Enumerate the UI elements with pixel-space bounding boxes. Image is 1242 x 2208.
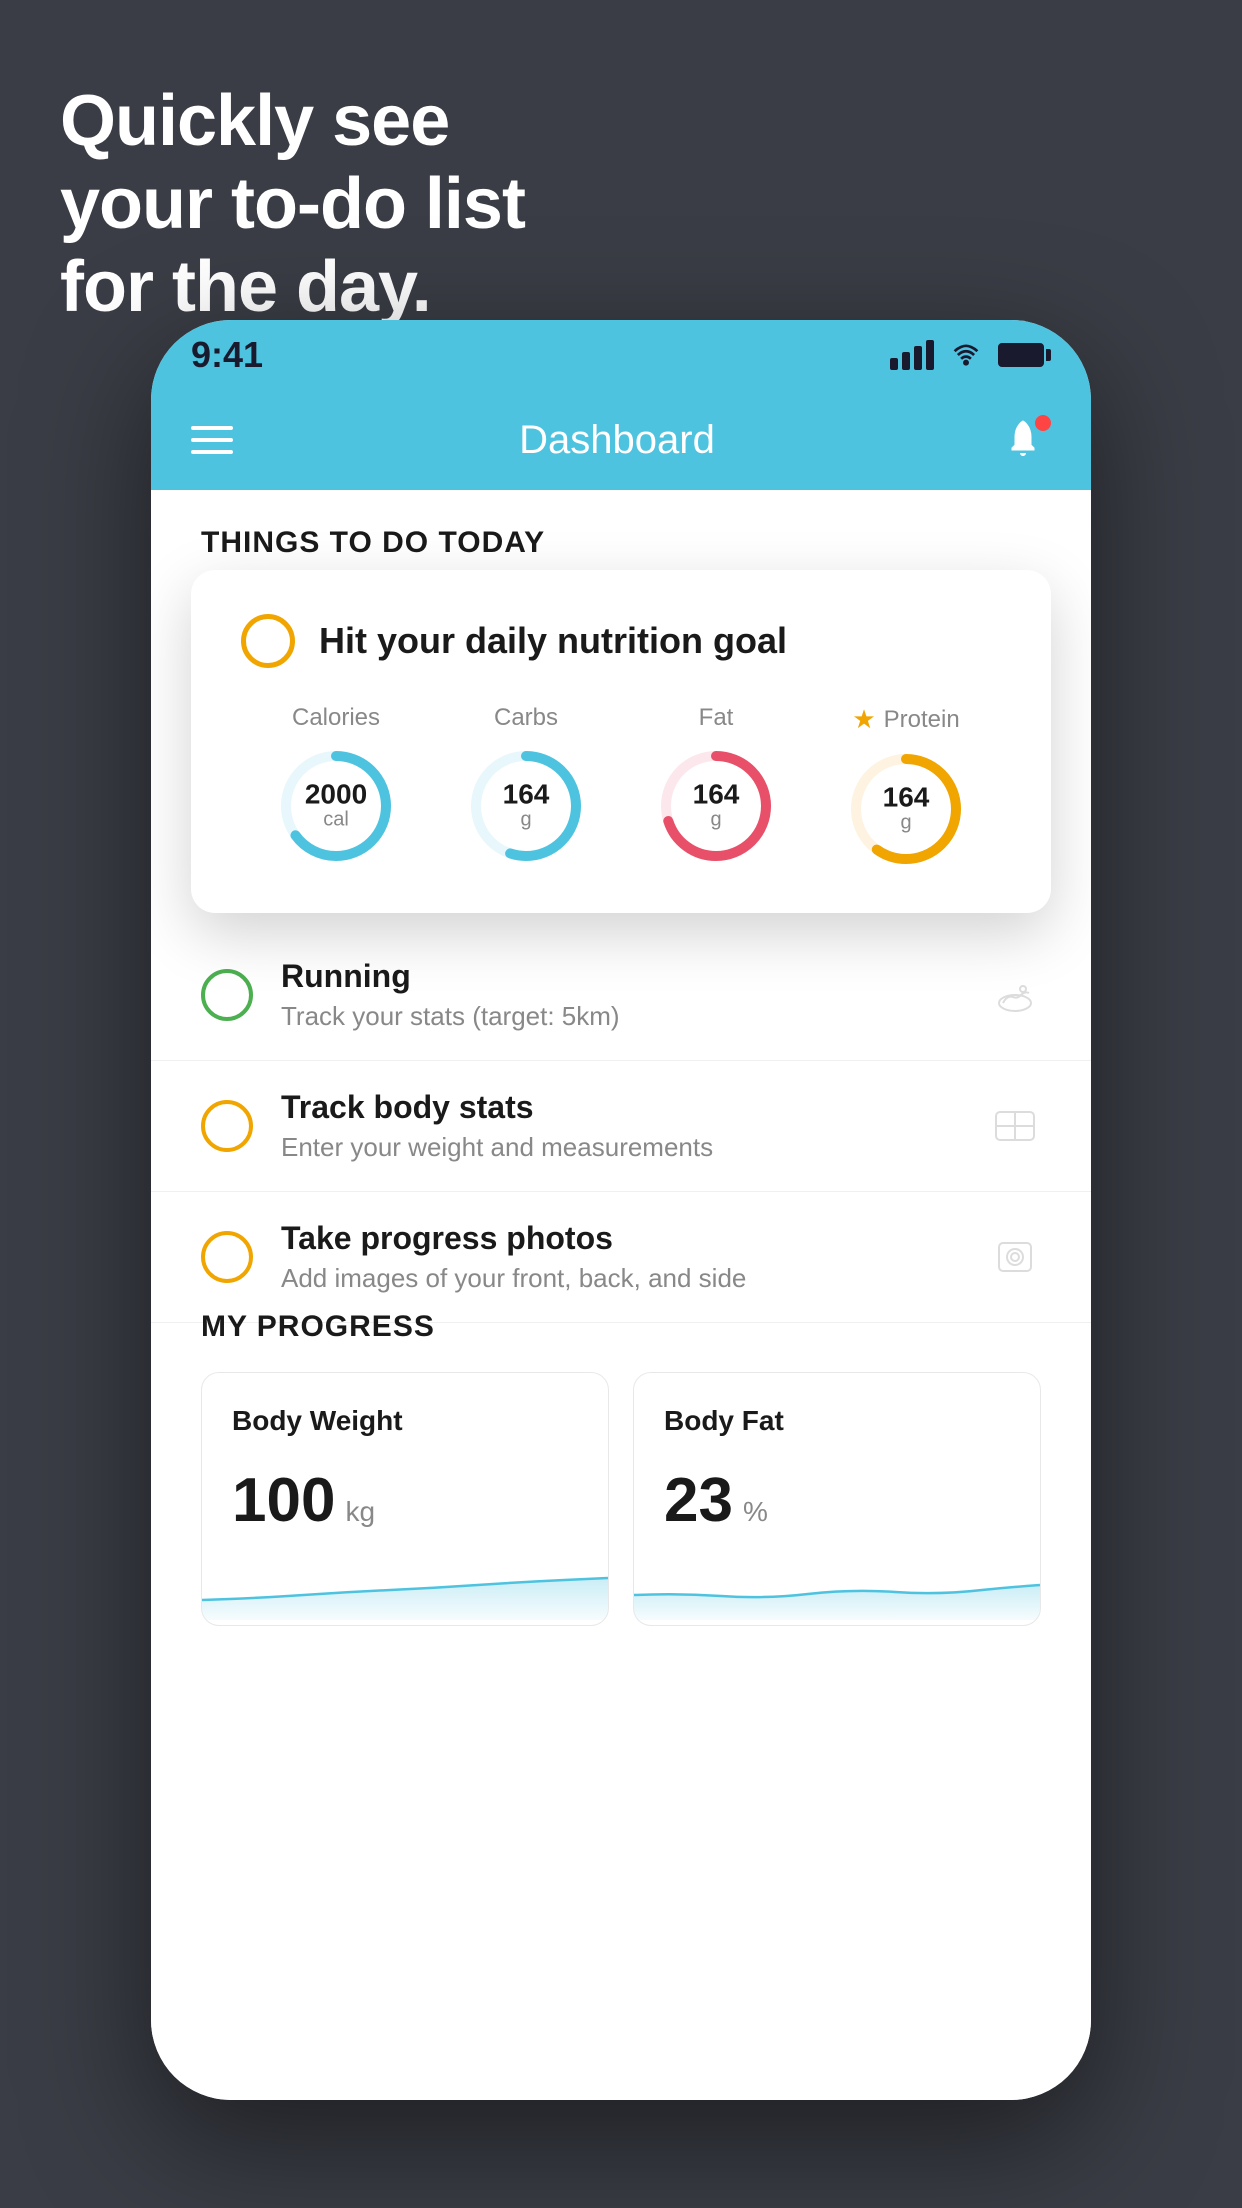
carbs-ring: 164 g [466,746,586,866]
progress-photos-subtitle: Add images of your front, back, and side [281,1263,961,1294]
calories-unit: cal [305,809,367,832]
carbs-unit: g [503,809,550,832]
running-icon [989,969,1041,1021]
macro-carbs-label: Carbs [494,704,558,732]
protein-value: 164 [883,784,930,812]
body-weight-unit: kg [345,1496,375,1528]
headline-line3: for the day. [60,246,525,329]
body-weight-card[interactable]: Body Weight 100 kg [201,1372,609,1626]
todo-running[interactable]: Running Track your stats (target: 5km) [151,930,1091,1061]
fat-unit: g [693,809,740,832]
body-fat-title: Body Fat [664,1405,1010,1437]
body-fat-chart [634,1560,1040,1620]
status-bar: 9:41 [151,320,1091,390]
header-title: Dashboard [519,418,715,463]
headline: Quickly see your to-do list for the day. [60,80,525,328]
protein-unit: g [883,812,930,835]
phone-frame: 9:41 Dashboard [151,320,1091,2100]
body-fat-value: 23 [664,1465,733,1536]
todo-list: Running Track your stats (target: 5km) T… [151,930,1091,1323]
notification-bell[interactable] [1001,415,1051,465]
body-weight-chart [202,1560,608,1620]
phone-content: THINGS TO DO TODAY Hit your daily nutrit… [151,490,1091,2100]
running-subtitle: Track your stats (target: 5km) [281,1001,961,1032]
hamburger-menu[interactable] [191,426,233,454]
macro-calories: Calories 2000 cal [276,704,396,866]
fat-ring: 164 g [656,746,776,866]
macro-calories-label: Calories [292,704,380,732]
macro-fat-label: Fat [699,704,734,732]
todo-progress-photos[interactable]: Take progress photos Add images of your … [151,1192,1091,1323]
fat-value: 164 [693,781,740,809]
progress-photos-check-circle [201,1231,253,1283]
macro-carbs: Carbs 164 g [466,704,586,866]
carbs-value: 164 [503,781,550,809]
progress-section: MY PROGRESS Body Weight 100 kg [151,1310,1091,1626]
progress-photos-icon [989,1231,1041,1283]
body-fat-value-row: 23 % [664,1465,1010,1536]
calories-ring: 2000 cal [276,746,396,866]
todo-body-stats[interactable]: Track body stats Enter your weight and m… [151,1061,1091,1192]
progress-heading: MY PROGRESS [201,1310,1041,1344]
headline-line2: your to-do list [60,163,525,246]
body-stats-title: Track body stats [281,1089,961,1126]
protein-ring: 164 g [846,749,966,869]
body-stats-text: Track body stats Enter your weight and m… [281,1089,961,1163]
body-stats-check-circle [201,1100,253,1152]
body-fat-card[interactable]: Body Fat 23 % [633,1372,1041,1626]
battery-icon [998,343,1051,367]
running-check-circle [201,969,253,1021]
nutrition-macros: Calories 2000 cal Carbs [241,704,1001,869]
progress-photos-title: Take progress photos [281,1220,961,1257]
nutrition-card[interactable]: Hit your daily nutrition goal Calories 2… [191,570,1051,913]
app-header: Dashboard [151,390,1091,490]
body-stats-subtitle: Enter your weight and measurements [281,1132,961,1163]
status-icons [890,340,1051,370]
macro-protein-label: ★ Protein [852,704,959,735]
star-icon: ★ [852,704,875,735]
running-title: Running [281,958,961,995]
body-weight-value: 100 [232,1465,335,1536]
body-stats-icon [989,1100,1041,1152]
progress-photos-text: Take progress photos Add images of your … [281,1220,961,1294]
body-fat-unit: % [743,1496,768,1528]
status-time: 9:41 [191,334,263,376]
headline-line1: Quickly see [60,80,525,163]
notification-dot [1035,415,1051,431]
body-weight-title: Body Weight [232,1405,578,1437]
macro-protein: ★ Protein 164 g [846,704,966,869]
calories-value: 2000 [305,781,367,809]
macro-fat: Fat 164 g [656,704,776,866]
nutrition-card-header: Hit your daily nutrition goal [241,614,1001,668]
progress-cards: Body Weight 100 kg [201,1372,1041,1626]
body-weight-value-row: 100 kg [232,1465,578,1536]
nutrition-card-title: Hit your daily nutrition goal [319,620,787,662]
running-text: Running Track your stats (target: 5km) [281,958,961,1032]
nutrition-check-circle [241,614,295,668]
signal-icon [890,340,934,370]
wifi-icon [948,342,984,368]
